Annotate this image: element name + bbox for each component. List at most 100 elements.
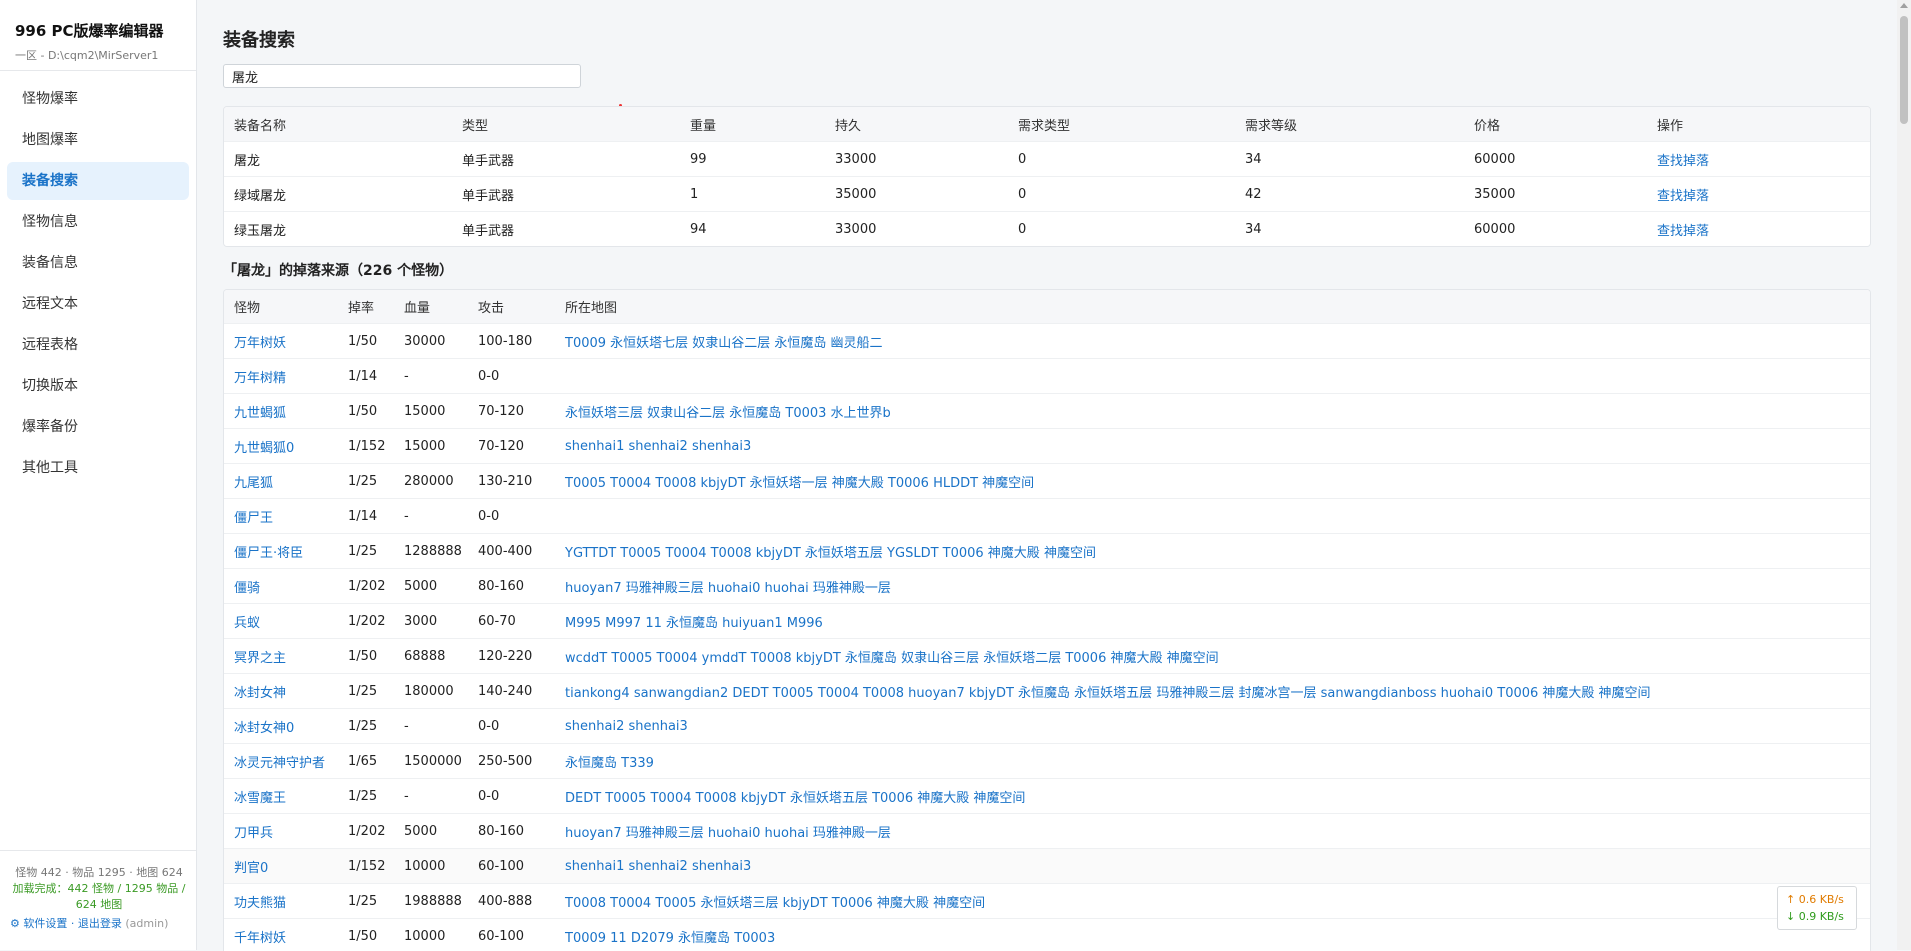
map-list-links[interactable]: huoyan7 玛雅神殿三层 huohai0 huohai 玛雅神殿一层 xyxy=(555,569,1870,604)
monster-link[interactable]: 冰灵元神守护者 xyxy=(224,744,338,779)
drop-cell: 1/25 xyxy=(338,709,394,744)
column-header: 价格 xyxy=(1464,107,1647,142)
column-header: 装备名称 xyxy=(224,107,452,142)
equip-cell: 34 xyxy=(1235,212,1464,247)
monster-link[interactable]: 九尾狐 xyxy=(224,464,338,499)
sidebar-item-other-tools[interactable]: 其他工具 xyxy=(7,449,189,487)
search-input[interactable] xyxy=(223,64,581,88)
sidebar-item-drop-backup[interactable]: 爆率备份 xyxy=(7,408,189,446)
map-list-links[interactable]: T0009 11 D2079 永恒魔岛 T0003 xyxy=(555,919,1870,951)
sidebar-item-remote-table[interactable]: 远程表格 xyxy=(7,326,189,364)
app-title: 996 PC版爆率编辑器 xyxy=(0,0,196,41)
drop-row: 功夫熊猫1/251988888400-888T0008 T0004 T0005 … xyxy=(224,884,1870,919)
map-list-links[interactable]: shenhai1 shenhai2 shenhai3 xyxy=(555,849,1870,884)
monster-link[interactable]: 僵尸王·将臣 xyxy=(224,534,338,569)
equip-cell: 绿玉屠龙 xyxy=(224,212,452,247)
sidebar-item-equip-search[interactable]: 装备搜索 xyxy=(7,162,189,200)
map-list-links[interactable]: T0009 永恒妖塔七层 奴隶山谷二层 永恒魔岛 幽灵船二 xyxy=(555,324,1870,359)
page-scrollbar[interactable] xyxy=(1897,0,1911,950)
server-path: 一区 - D:\cqm2\MirServer1 xyxy=(0,41,196,71)
drop-row: 刀甲兵1/202500080-160huoyan7 玛雅神殿三层 huohai0… xyxy=(224,814,1870,849)
monster-link[interactable]: 刀甲兵 xyxy=(224,814,338,849)
monster-link[interactable]: 判官0 xyxy=(224,849,338,884)
map-list-links[interactable] xyxy=(555,499,1870,534)
drop-cell: 3000 xyxy=(394,604,468,639)
monster-link[interactable]: 冰封女神0 xyxy=(224,709,338,744)
monster-link[interactable]: 兵蚁 xyxy=(224,604,338,639)
drop-table: 怪物 掉率 血量 攻击 所在地图 万年树妖1/5030000100-180T00… xyxy=(223,289,1871,951)
drop-cell: 60-100 xyxy=(468,919,555,951)
column-header: 操作 xyxy=(1647,107,1870,142)
drop-cell: 1/25 xyxy=(338,464,394,499)
scroll-thumb[interactable] xyxy=(1900,16,1908,124)
monster-link[interactable]: 冥界之主 xyxy=(224,639,338,674)
drop-row: 冰封女神01/25-0-0shenhai2 shenhai3 xyxy=(224,709,1870,744)
logout-link[interactable]: 退出登录 xyxy=(78,917,122,930)
drop-cell: 15000 xyxy=(394,394,468,429)
column-header: 需求等级 xyxy=(1235,107,1464,142)
drop-cell: 5000 xyxy=(394,569,468,604)
column-header: 怪物 xyxy=(224,290,338,324)
monster-link[interactable]: 万年树精 xyxy=(224,359,338,394)
drop-cell: 70-120 xyxy=(468,429,555,464)
map-list-links[interactable]: M995 M997 11 永恒魔岛 huiyuan1 M996 xyxy=(555,604,1870,639)
drop-cell: 0-0 xyxy=(468,779,555,814)
drop-row: 冰雪魔王1/25-0-0DEDT T0005 T0004 T0008 kbjyD… xyxy=(224,779,1870,814)
column-header: 重量 xyxy=(680,107,825,142)
drop-source-title: 「屠龙」的掉落来源（226 个怪物） xyxy=(223,260,453,280)
map-list-links[interactable]: shenhai1 shenhai2 shenhai3 xyxy=(555,429,1870,464)
map-list-links[interactable]: wcddT T0005 T0004 ymddT T0008 kbjyDT 永恒魔… xyxy=(555,639,1870,674)
drop-cell: 1288888 xyxy=(394,534,468,569)
map-list-links[interactable]: T0005 T0004 T0008 kbjyDT 永恒妖塔一层 神魔大殿 T00… xyxy=(555,464,1870,499)
find-drop-button[interactable]: 查找掉落 xyxy=(1647,142,1870,177)
monster-link[interactable]: 千年树妖 xyxy=(224,919,338,951)
sidebar-nav: 怪物爆率 地图爆率 装备搜索 怪物信息 装备信息 远程文本 远程表格 切换版本 … xyxy=(0,71,196,487)
find-drop-button[interactable]: 查找掉落 xyxy=(1647,177,1870,212)
sidebar-item-map-drop[interactable]: 地图爆率 xyxy=(7,121,189,159)
drop-cell: - xyxy=(394,709,468,744)
equip-cell: 60000 xyxy=(1464,142,1647,177)
sidebar-item-monster-drop[interactable]: 怪物爆率 xyxy=(7,80,189,118)
footer-links: ⚙ 软件设置 · 退出登录 (admin) xyxy=(10,916,188,932)
equip-table-header: 装备名称 类型 重量 持久 需求类型 需求等级 价格 操作 xyxy=(224,107,1870,142)
map-list-links[interactable]: T0008 T0004 T0005 永恒妖塔三层 kbjyDT T0006 神魔… xyxy=(555,884,1870,919)
drop-row: 九尾狐1/25280000130-210T0005 T0004 T0008 kb… xyxy=(224,464,1870,499)
sidebar-item-equip-info[interactable]: 装备信息 xyxy=(7,244,189,282)
drop-cell: 1/50 xyxy=(338,394,394,429)
monster-link[interactable]: 冰封女神 xyxy=(224,674,338,709)
drop-cell: 1/25 xyxy=(338,534,394,569)
drop-cell: 1/202 xyxy=(338,569,394,604)
drop-cell: 1/152 xyxy=(338,849,394,884)
drop-row: 僵尸王·将臣1/251288888400-400YGTTDT T0005 T00… xyxy=(224,534,1870,569)
monster-link[interactable]: 冰雪魔王 xyxy=(224,779,338,814)
drop-cell: 0-0 xyxy=(468,499,555,534)
scroll-up-arrow-icon[interactable] xyxy=(1900,3,1908,8)
map-list-links[interactable]: DEDT T0005 T0004 T0008 kbjyDT 永恒妖塔五层 T00… xyxy=(555,779,1870,814)
sidebar-item-switch-version[interactable]: 切换版本 xyxy=(7,367,189,405)
monster-link[interactable]: 僵骑 xyxy=(224,569,338,604)
column-header: 需求类型 xyxy=(1008,107,1235,142)
map-list-links[interactable]: YGTTDT T0005 T0004 T0008 kbjyDT 永恒妖塔五层 Y… xyxy=(555,534,1870,569)
map-list-links[interactable]: shenhai2 shenhai3 xyxy=(555,709,1870,744)
drop-cell: 1/14 xyxy=(338,359,394,394)
map-list-links[interactable]: 永恒妖塔三层 奴隶山谷二层 永恒魔岛 T0003 水上世界b xyxy=(555,394,1870,429)
sidebar-item-remote-text[interactable]: 远程文本 xyxy=(7,285,189,323)
settings-link[interactable]: ⚙ 软件设置 xyxy=(10,917,67,930)
monster-link[interactable]: 功夫熊猫 xyxy=(224,884,338,919)
monster-link[interactable]: 九世蝎狐0 xyxy=(224,429,338,464)
drop-cell: 140-240 xyxy=(468,674,555,709)
sidebar-footer: 怪物 442 · 物品 1295 · 地图 624 加载完成：442 怪物 / … xyxy=(0,850,196,932)
equip-cell: 屠龙 xyxy=(224,142,452,177)
map-list-links[interactable]: tiankong4 sanwangdian2 DEDT T0005 T0004 … xyxy=(555,674,1870,709)
find-drop-button[interactable]: 查找掉落 xyxy=(1647,212,1870,247)
map-list-links[interactable]: huoyan7 玛雅神殿三层 huohai0 huohai 玛雅神殿一层 xyxy=(555,814,1870,849)
sidebar-item-monster-info[interactable]: 怪物信息 xyxy=(7,203,189,241)
monster-link[interactable]: 僵尸王 xyxy=(224,499,338,534)
map-list-links[interactable]: 永恒魔岛 T339 xyxy=(555,744,1870,779)
drop-cell: - xyxy=(394,359,468,394)
drop-cell: 1/50 xyxy=(338,919,394,951)
monster-link[interactable]: 九世蝎狐 xyxy=(224,394,338,429)
monster-link[interactable]: 万年树妖 xyxy=(224,324,338,359)
map-list-links[interactable] xyxy=(555,359,1870,394)
equip-cell: 35000 xyxy=(825,177,1008,212)
